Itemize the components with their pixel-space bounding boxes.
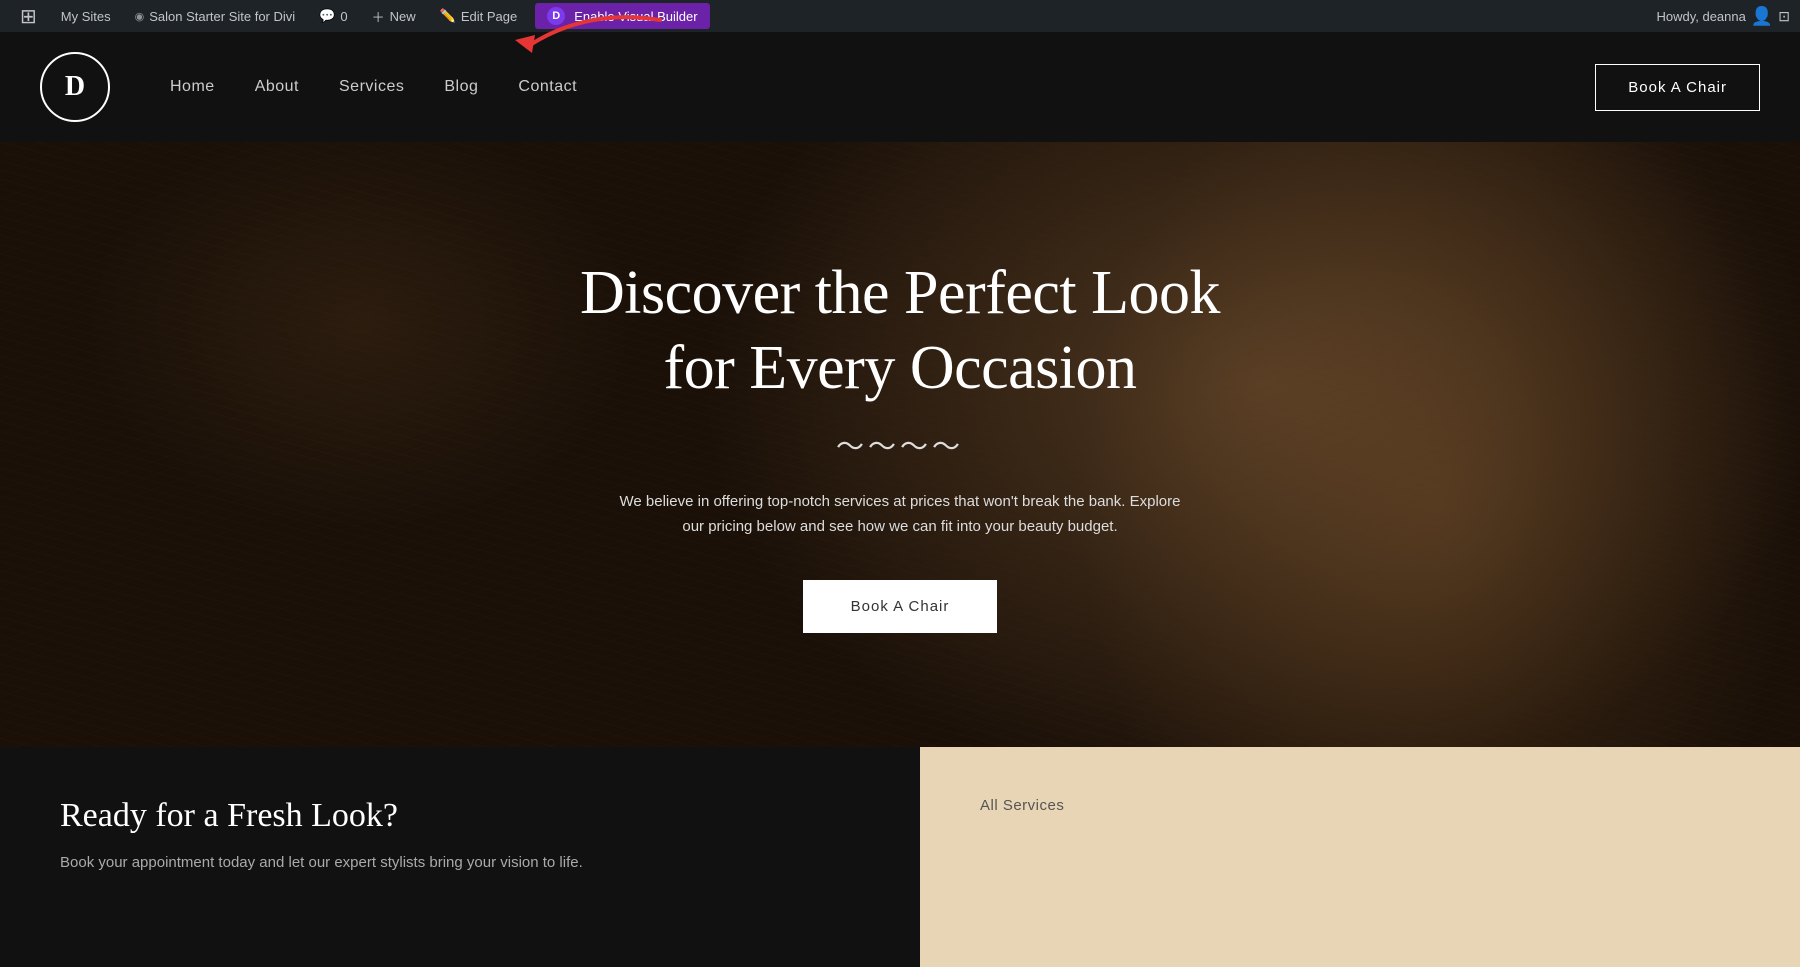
plus-icon: ＋ (372, 7, 385, 26)
admin-bar-left: ⊞ My Sites ◉ Salon Starter Site for Divi… (10, 0, 1656, 32)
site-name-label: Salon Starter Site for Divi (149, 9, 295, 24)
hero-subtitle: We believe in offering top-notch service… (540, 489, 1260, 540)
enable-visual-builder-label: Enable Visual Builder (574, 9, 697, 24)
hero-section: Discover the Perfect Look for Every Occa… (0, 142, 1800, 747)
new-item[interactable]: ＋ New (362, 0, 426, 32)
hero-divider: 〜〜〜〜 (540, 425, 1260, 465)
enable-visual-builder-item[interactable]: D Enable Visual Builder (535, 3, 709, 29)
logo-letter: D (65, 71, 85, 103)
admin-bar-right: Howdy, deanna 👤 ⊡ (1656, 6, 1790, 27)
hero-content: Discover the Perfect Look for Every Occa… (500, 256, 1300, 633)
bottom-left-panel: Ready for a Fresh Look? Book your appoin… (0, 747, 920, 967)
divi-logo: D (547, 7, 565, 25)
my-sites-item[interactable]: My Sites (51, 0, 121, 32)
nav-link-blog[interactable]: Blog (444, 78, 478, 96)
wp-icon: ⊞ (20, 4, 37, 29)
site-name-item[interactable]: ◉ Salon Starter Site for Divi (125, 0, 306, 32)
site-navigation: D Home About Services Blog Contact Book … (0, 32, 1800, 142)
nav-link-home[interactable]: Home (170, 78, 215, 96)
nav-link-services[interactable]: Services (339, 78, 404, 96)
bottom-subtext: Book your appointment today and let our … (60, 851, 860, 875)
new-label: New (390, 9, 416, 24)
edit-page-item[interactable]: ✏️ Edit Page (430, 0, 528, 32)
user-avatar-icon: 👤 (1751, 6, 1773, 27)
my-sites-label: My Sites (61, 9, 111, 24)
edit-icon: ✏️ (440, 8, 456, 24)
nav-link-about[interactable]: About (255, 78, 299, 96)
nav-links: Home About Services Blog Contact (170, 78, 1595, 96)
comment-icon: 💬 (319, 8, 335, 24)
comments-count: 0 (340, 9, 347, 24)
hero-book-chair-label: Book A Chair (851, 598, 950, 615)
hero-book-chair-button[interactable]: Book A Chair (803, 580, 998, 633)
admin-bar: ⊞ My Sites ◉ Salon Starter Site for Divi… (0, 0, 1800, 32)
nav-book-chair-button[interactable]: Book A Chair (1595, 64, 1760, 111)
wp-logo-item[interactable]: ⊞ (10, 0, 47, 32)
bottom-section: Ready for a Fresh Look? Book your appoin… (0, 747, 1800, 967)
nav-link-contact[interactable]: Contact (518, 78, 577, 96)
comments-item[interactable]: 💬 0 (309, 0, 357, 32)
hero-title: Discover the Perfect Look for Every Occa… (540, 256, 1260, 405)
nav-book-chair-label: Book A Chair (1628, 79, 1727, 96)
edit-page-label: Edit Page (461, 9, 517, 24)
site-icon: ◉ (135, 10, 145, 23)
site-logo[interactable]: D (40, 52, 110, 122)
all-services-label: All Services (980, 797, 1064, 814)
bottom-right-panel: All Services (920, 747, 1800, 967)
screen-options-icon: ⊡ (1778, 8, 1790, 25)
all-services-button[interactable]: All Services (980, 797, 1064, 814)
howdy-text: Howdy, deanna (1656, 9, 1745, 24)
bottom-heading: Ready for a Fresh Look? (60, 797, 860, 835)
